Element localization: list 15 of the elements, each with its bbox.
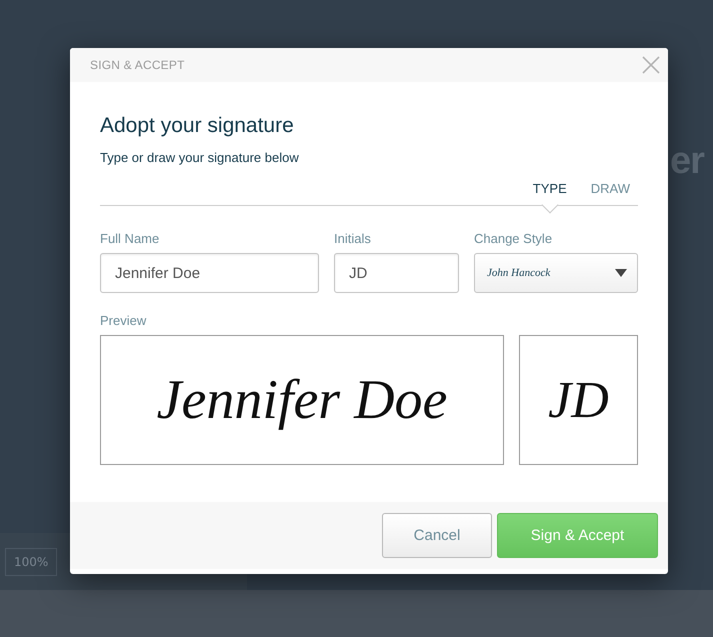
caret-icon	[615, 269, 627, 277]
dialog-title: Adopt your signature	[100, 114, 295, 138]
preview-label: Preview	[100, 313, 148, 328]
tab[interactable]: TYPE	[532, 179, 567, 214]
initials-signature-text: JD	[548, 370, 609, 430]
text-field[interactable]: JD	[334, 253, 459, 293]
close-icon[interactable]	[642, 56, 660, 74]
dialog-subtitle: Type or draw your signature below	[100, 150, 300, 165]
text-field[interactable]: Jennifer Doe	[100, 253, 319, 293]
field-label: Full Name	[100, 231, 160, 246]
signature-text: Jennifer Doe	[156, 368, 448, 432]
field-label: Initials	[334, 231, 372, 246]
style-dropdown[interactable]: John Hancock	[474, 253, 638, 293]
field-label: Change Style	[474, 231, 554, 246]
dialog-header-title: SIGN & ACCEPT	[90, 58, 185, 72]
